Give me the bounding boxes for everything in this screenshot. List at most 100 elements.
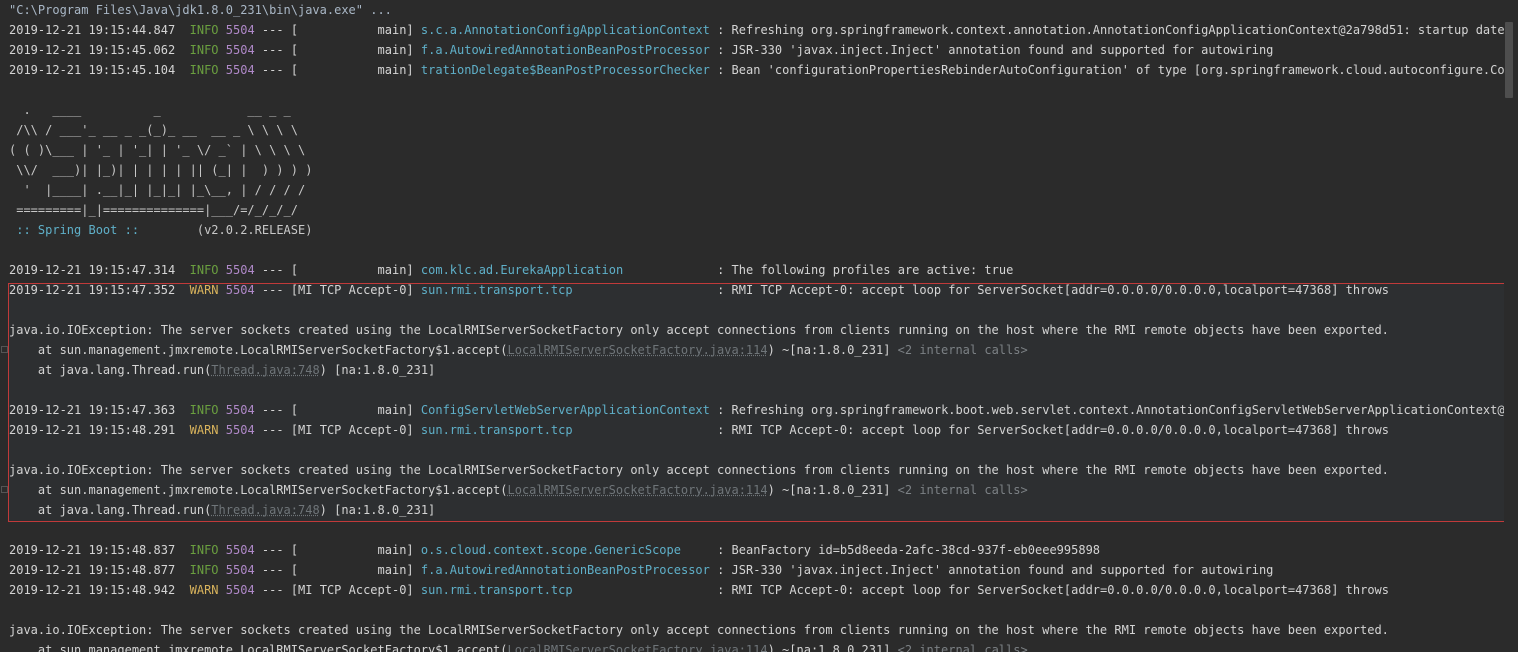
log-date: 2019-12-21 19:15:48.942: [9, 583, 176, 597]
log-thread: [ main]: [290, 543, 414, 557]
log-pid: 5504: [225, 43, 255, 57]
log-level: INFO: [189, 23, 219, 37]
log-level: WARN: [189, 583, 219, 597]
banner-line: ( ( )\___ | '_ | '_| | '_ \/ _` | \ \ \ …: [9, 143, 306, 157]
log-message: : JSR-330 'javax.inject.Inject' annotati…: [717, 43, 1274, 57]
log-message: : RMI TCP Accept-0: accept loop for Serv…: [717, 423, 1389, 437]
log-level: INFO: [189, 263, 219, 277]
log-date: 2019-12-21 19:15:48.291: [9, 423, 176, 437]
log-thread: [ main]: [290, 263, 414, 277]
log-message: : The following profiles are active: tru…: [717, 263, 1014, 277]
vertical-scrollbar[interactable]: [1504, 0, 1518, 652]
trace-suffix: ) ~[na:1.8.0_231]: [767, 483, 891, 497]
log-pid: 5504: [225, 543, 255, 557]
log-logger: f.a.AutowiredAnnotationBeanPostProcessor: [420, 43, 710, 57]
stack-trace-line: at sun.management.jmxremote.LocalRMIServ…: [9, 480, 1028, 500]
banner-line: =========|_|==============|___/=/_/_/_/: [9, 203, 298, 217]
stack-trace-line: at sun.management.jmxremote.LocalRMIServ…: [9, 640, 1028, 652]
log-line: 2019-12-21 19:15:48.942 WARN 5504 --- [M…: [9, 580, 1389, 600]
log-logger: sun.rmi.transport.tcp: [420, 283, 710, 297]
log-line: 2019-12-21 19:15:45.104 INFO 5504 --- [ …: [9, 60, 1504, 80]
log-date: 2019-12-21 19:15:48.837: [9, 543, 176, 557]
stack-trace-line: at java.lang.Thread.run(Thread.java:748)…: [9, 360, 435, 380]
exception-line: java.io.IOException: The server sockets …: [9, 623, 1389, 637]
spring-boot-version-value: (v2.0.2.RELEASE): [139, 223, 313, 237]
banner-line: /\\ / ___'_ __ _ _(_)_ __ __ _ \ \ \ \: [9, 123, 298, 137]
log-message: : Refreshing org.springframework.boot.we…: [717, 403, 1504, 417]
trace-prefix: at java.lang.Thread.run(: [9, 503, 212, 517]
trace-suffix: ) ~[na:1.8.0_231]: [767, 643, 891, 652]
log-date: 2019-12-21 19:15:48.877: [9, 563, 176, 577]
log-level: INFO: [189, 563, 219, 577]
log-line: 2019-12-21 19:15:48.877 INFO 5504 --- [ …: [9, 560, 1273, 580]
banner-line: \\/ ___)| |_)| | | | | || (_| | ) ) ) ): [9, 163, 313, 177]
log-sep: ---: [261, 63, 284, 77]
log-level: INFO: [189, 543, 219, 557]
console-output[interactable]: "C:\Program Files\Java\jdk1.8.0_231\bin\…: [0, 0, 1504, 652]
source-link[interactable]: Thread.java:748: [211, 363, 319, 377]
log-logger: com.klc.ad.EurekaApplication: [420, 263, 710, 277]
fold-toggle-icon[interactable]: [1, 346, 8, 353]
log-message: : RMI TCP Accept-0: accept loop for Serv…: [717, 283, 1389, 297]
log-thread: [MI TCP Accept-0]: [290, 283, 414, 297]
log-message: : Bean 'configurationPropertiesRebinderA…: [717, 63, 1504, 77]
internal-calls[interactable]: <2 internal calls>: [890, 343, 1028, 357]
log-pid: 5504: [225, 23, 255, 37]
log-logger: trationDelegate$BeanPostProcessorChecker: [420, 63, 710, 77]
log-line: 2019-12-21 19:15:44.847 INFO 5504 --- [ …: [9, 20, 1504, 40]
log-date: 2019-12-21 19:15:44.847: [9, 23, 176, 37]
log-logger: sun.rmi.transport.tcp: [420, 423, 710, 437]
exception-line: java.io.IOException: The server sockets …: [9, 463, 1389, 477]
fold-toggle-icon[interactable]: [1, 486, 8, 493]
log-logger: sun.rmi.transport.tcp: [420, 583, 710, 597]
internal-calls[interactable]: <2 internal calls>: [890, 643, 1028, 652]
log-level: WARN: [189, 423, 219, 437]
log-sep: ---: [261, 43, 284, 57]
log-pid: 5504: [225, 283, 255, 297]
log-thread: [ main]: [290, 23, 414, 37]
log-date: 2019-12-21 19:15:45.104: [9, 63, 176, 77]
source-link[interactable]: Thread.java:748: [211, 503, 319, 517]
trace-prefix: at java.lang.Thread.run(: [9, 363, 212, 377]
log-pid: 5504: [225, 563, 255, 577]
log-level: INFO: [189, 43, 219, 57]
stack-trace-line: at sun.management.jmxremote.LocalRMIServ…: [9, 340, 1028, 360]
log-thread: [MI TCP Accept-0]: [290, 583, 414, 597]
trace-prefix: at sun.management.jmxremote.LocalRMIServ…: [9, 343, 508, 357]
banner-line: . ____ _ __ _ _: [9, 103, 291, 117]
log-line: 2019-12-21 19:15:47.314 INFO 5504 --- [ …: [9, 260, 1013, 280]
log-line: 2019-12-21 19:15:48.837 INFO 5504 --- [ …: [9, 540, 1100, 560]
log-pid: 5504: [225, 63, 255, 77]
log-pid: 5504: [225, 583, 255, 597]
log-sep: ---: [261, 583, 284, 597]
log-level: INFO: [189, 63, 219, 77]
log-line: 2019-12-21 19:15:47.363 INFO 5504 --- [ …: [9, 400, 1504, 420]
log-sep: ---: [261, 403, 284, 417]
source-link[interactable]: LocalRMIServerSocketFactory.java:114: [508, 643, 768, 652]
trace-prefix: at sun.management.jmxremote.LocalRMIServ…: [9, 643, 508, 652]
internal-calls[interactable]: <2 internal calls>: [890, 483, 1028, 497]
stack-trace-line: at java.lang.Thread.run(Thread.java:748)…: [9, 500, 435, 520]
log-line: 2019-12-21 19:15:47.352 WARN 5504 --- [M…: [9, 280, 1389, 300]
log-line: 2019-12-21 19:15:45.062 INFO 5504 --- [ …: [9, 40, 1273, 60]
spring-boot-version: :: Spring Boot :: (v2.0.2.RELEASE): [9, 220, 312, 240]
log-date: 2019-12-21 19:15:47.352: [9, 283, 176, 297]
log-message: : JSR-330 'javax.inject.Inject' annotati…: [717, 563, 1274, 577]
trace-prefix: at sun.management.jmxremote.LocalRMIServ…: [9, 483, 508, 497]
log-logger: ConfigServletWebServerApplicationContext: [420, 403, 710, 417]
source-link[interactable]: LocalRMIServerSocketFactory.java:114: [508, 483, 768, 497]
scrollbar-thumb[interactable]: [1505, 22, 1513, 98]
banner-line: ' |____| .__|_| |_|_| |_\__, | / / / /: [9, 183, 306, 197]
source-link[interactable]: LocalRMIServerSocketFactory.java:114: [508, 343, 768, 357]
log-thread: [ main]: [290, 403, 414, 417]
log-logger: s.c.a.AnnotationConfigApplicationContext: [420, 23, 710, 37]
log-sep: ---: [261, 563, 284, 577]
log-message: : BeanFactory id=b5d8eeda-2afc-38cd-937f…: [717, 543, 1101, 557]
trace-suffix: ) [na:1.8.0_231]: [319, 503, 436, 517]
log-level: INFO: [189, 403, 219, 417]
log-pid: 5504: [225, 263, 255, 277]
log-sep: ---: [261, 263, 284, 277]
log-message: : RMI TCP Accept-0: accept loop for Serv…: [717, 583, 1389, 597]
log-date: 2019-12-21 19:15:47.314: [9, 263, 176, 277]
log-logger: o.s.cloud.context.scope.GenericScope: [420, 543, 710, 557]
